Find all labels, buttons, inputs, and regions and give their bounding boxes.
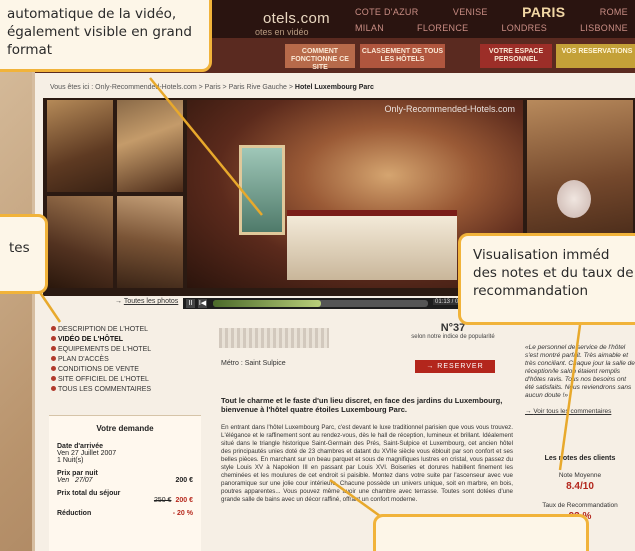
callout-ratings: Visualisation imméd des notes et du taux… [458, 233, 635, 325]
callout-line-ratings [558, 324, 582, 471]
callout-line-text [329, 478, 381, 518]
callout-menu: tes [0, 214, 48, 294]
callout-video: automatique de la vidéo, également visib… [0, 0, 212, 72]
callout-line-video [149, 77, 263, 216]
callout-empty [373, 514, 589, 551]
